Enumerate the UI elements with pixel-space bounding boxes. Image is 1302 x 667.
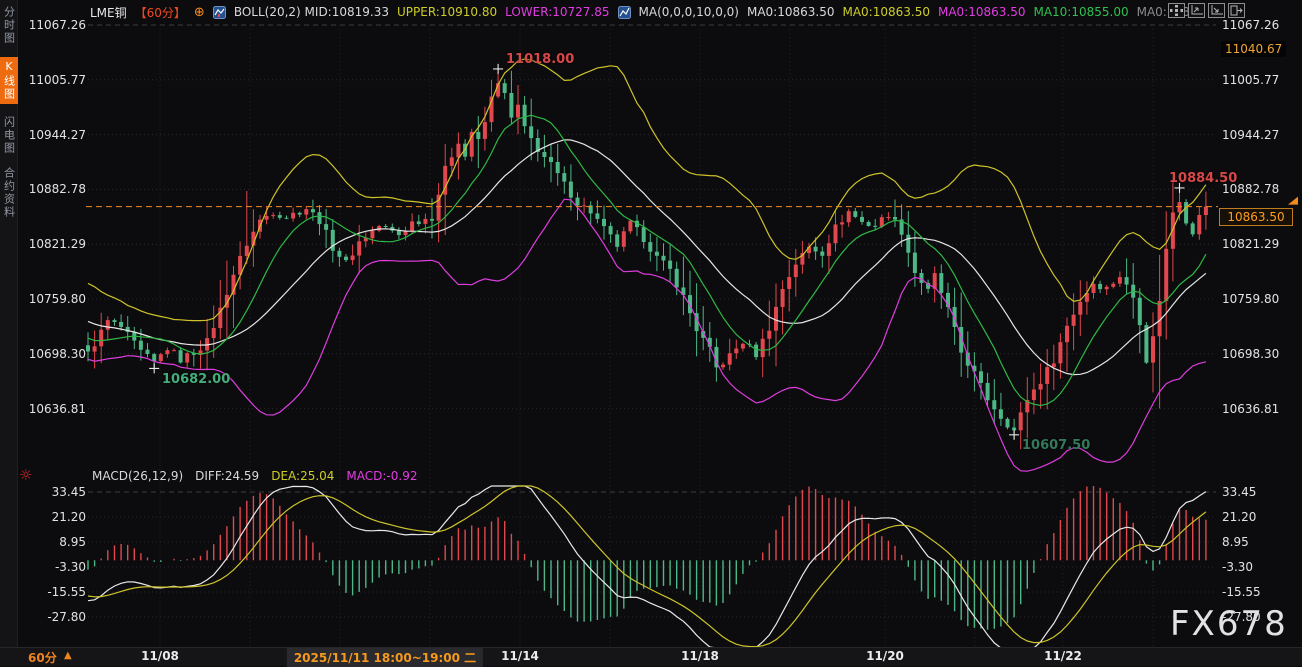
axis-label: 10759.80	[29, 292, 86, 306]
axis-label: 11067.26	[29, 18, 86, 32]
sidebar-tab-0[interactable]: 分时图	[1, 6, 17, 45]
ma10-green-value: MA10:10855.00	[1033, 5, 1128, 19]
crosshair-icon[interactable]	[1168, 3, 1185, 18]
x-axis-date-label: 11/14	[501, 649, 539, 663]
axis-label: 11005.77	[1222, 73, 1279, 87]
axis-label: 33.45	[52, 485, 86, 499]
sidebar-tab-1[interactable]: K线图	[0, 57, 18, 104]
macd-hist-value: MACD:-0.92	[346, 469, 417, 483]
macd-indicator-icon[interactable]: ☼	[19, 466, 32, 484]
current-bar-datetime: 2025/11/11 18:00~19:00 二	[287, 648, 483, 667]
axis-label: -3.30	[55, 560, 86, 574]
chart-toolbar	[1168, 3, 1245, 18]
chart-canvas[interactable]	[0, 0, 1302, 665]
axis-label: 21.20	[1222, 510, 1256, 524]
period-selector[interactable]: 60分	[28, 649, 57, 666]
axis-label: 10882.78	[29, 182, 86, 196]
price-annotation: 10682.00	[162, 372, 230, 387]
macd-header: MACD(26,12,9) DIFF:24.59 DEA:25.04 MACD:…	[92, 469, 417, 483]
price-annotation: 11018.00	[506, 52, 574, 67]
axis-label: 8.95	[59, 535, 86, 549]
axis-label: 10821.29	[29, 237, 86, 251]
axis-label: 10698.30	[1222, 347, 1279, 361]
ma0-magenta-value: MA0:10863.50	[938, 5, 1026, 19]
ma0-white-value: MA0:10863.50	[747, 5, 835, 19]
pan-axis-icon[interactable]	[1208, 3, 1225, 18]
x-axis-date-label: 11/22	[1044, 649, 1082, 663]
x-axis-date-label: 11/18	[681, 649, 719, 663]
axis-label: 10821.29	[1222, 237, 1279, 251]
sidebar-tab-3[interactable]: 合约资料	[1, 167, 17, 219]
zoom-axis-icon[interactable]	[1188, 3, 1205, 18]
macd-dea-value: DEA:25.04	[271, 469, 334, 483]
axis-label: 21.20	[52, 510, 86, 524]
axis-label: 11005.77	[29, 73, 86, 87]
trading-app-window: LME铜 【60分】 ⊕ BOLL(20,2) MID:10819.33 UPP…	[0, 0, 1302, 665]
price-annotation: 10884.50	[1169, 171, 1237, 186]
right-price-axis: 11067.2611005.7710944.2710882.7810821.29…	[1222, 0, 1302, 665]
x-axis-date-label: 11/08	[141, 649, 179, 663]
boll-label: BOLL(20,2) MID:10819.33	[234, 5, 389, 19]
period-label[interactable]: 【60分】	[135, 4, 186, 21]
axis-label: 11067.26	[1222, 18, 1279, 32]
boll-upper-value: UPPER:10910.80	[397, 5, 497, 19]
price-annotation: 10607.50	[1022, 438, 1090, 453]
sidebar-tab-2[interactable]: 闪电图	[1, 116, 17, 155]
ma-chart-icon[interactable]	[618, 6, 631, 19]
period-up-arrow-icon[interactable]: ▲	[64, 650, 72, 661]
macd-diff-value: DIFF:24.59	[195, 469, 259, 483]
axis-label: 10698.30	[29, 347, 86, 361]
axis-label: 10636.81	[1222, 402, 1279, 416]
add-indicator-icon[interactable]: ⊕	[194, 5, 205, 20]
x-axis-date-label: 11/20	[866, 649, 904, 663]
ma0-yellow-value: MA0:10863.50	[842, 5, 930, 19]
left-price-axis: 11067.26 11005.77 10944.27 10882.78 10821.29…	[16, 0, 86, 665]
axis-label: 10636.81	[29, 402, 86, 416]
axis-label: -15.55	[1222, 585, 1261, 599]
axis-label: 10944.27	[1222, 128, 1279, 142]
axis-label: 33.45	[1222, 485, 1256, 499]
axis-label: 8.95	[1222, 535, 1249, 549]
time-axis-bar: 60分 ▲ 2025/11/11 18:00~19:00 二 11/08 11/1…	[0, 647, 1302, 666]
boll-chart-icon[interactable]	[213, 6, 226, 19]
axis-label: -27.80	[47, 610, 86, 624]
indicator-header: LME铜 【60分】 ⊕ BOLL(20,2) MID:10819.33 UPP…	[90, 4, 1190, 20]
macd-title: MACD(26,12,9)	[92, 469, 183, 483]
axis-label: -3.30	[1222, 560, 1253, 574]
axis-label: 10759.80	[1222, 292, 1279, 306]
boll-lower-value: LOWER:10727.85	[505, 5, 609, 19]
last-price-badge: 10863.50	[1219, 208, 1293, 226]
exit-chart-icon[interactable]	[1228, 3, 1245, 18]
symbol-name: LME铜	[90, 4, 127, 21]
upper-alert-price-badge: 11040.67	[1221, 41, 1286, 57]
axis-label: 10944.27	[29, 128, 86, 142]
axis-label: -15.55	[47, 585, 86, 599]
watermark: FX678	[1170, 604, 1288, 644]
sidebar: 分时图 K线图闪电图合约资料	[0, 0, 18, 647]
ma-params-label: MA(0,0,0,10,0,0)	[639, 5, 739, 19]
